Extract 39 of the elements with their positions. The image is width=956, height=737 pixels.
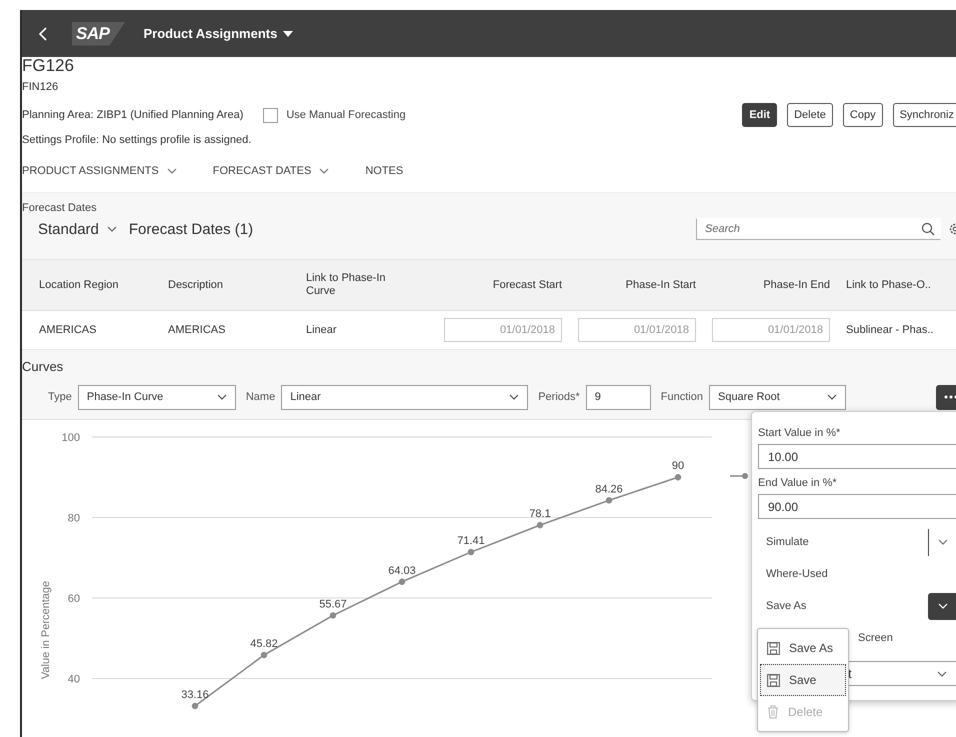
checkbox-label: Use Manual Forecasting [286,109,406,121]
axis-tick-label: 100 [62,432,80,444]
column-header: Phase-In Start [626,278,696,292]
field-label: End Value in %* [758,476,838,490]
table-cell-text: Linear [306,324,338,336]
axis-tick-label: 40 [68,673,80,686]
logo: SAP [72,22,126,46]
data-label: 84.26 [595,483,623,496]
data-label: 71.41 [457,535,485,548]
axis-title: Value in Percentage [40,580,52,680]
field-label: Periods* [538,391,580,403]
column-header: Forecast Start [492,278,562,292]
axis-tick-label: 60 [68,592,80,605]
axis-tick-label: 80 [68,512,80,524]
data-label: 78.1 [529,508,551,520]
column-header: Link to Phase-In Curve [306,272,386,298]
field-label: Name [246,391,276,403]
object-title: FG126 [22,57,74,77]
settings-profile-text: Settings Profile: No settings profile is assigned. [22,133,252,148]
column-header: Phase-In End [763,278,830,292]
data-label: 64.03 [388,564,416,577]
data-label: 90 [672,460,684,472]
section-heading: Curves [22,360,64,374]
table-cell-text: Sublinear - Phas.. [846,324,934,336]
data-label: 45.82 [250,638,278,650]
section-heading: Forecast Dates [22,202,97,214]
column-header: Link to Phase-O.. [846,278,932,292]
data-label: 55.67 [319,598,347,610]
table-cell-text: AMERICAS [168,324,226,336]
column-header: Location Region [39,278,120,292]
field-label: Start Value in %* [758,426,842,440]
data-label: 33.16 [181,689,209,701]
object-subtitle: FIN126 [22,80,58,95]
table-title: Forecast Dates (1) [128,220,254,238]
field-label: Type [48,391,72,403]
planning-area-text: Planning Area: ZIBP1 (Unified Planning Area) [22,109,244,121]
table-cell-text: AMERICAS [39,324,98,336]
column-header: Description [168,278,224,292]
field-label: Function [660,391,703,403]
